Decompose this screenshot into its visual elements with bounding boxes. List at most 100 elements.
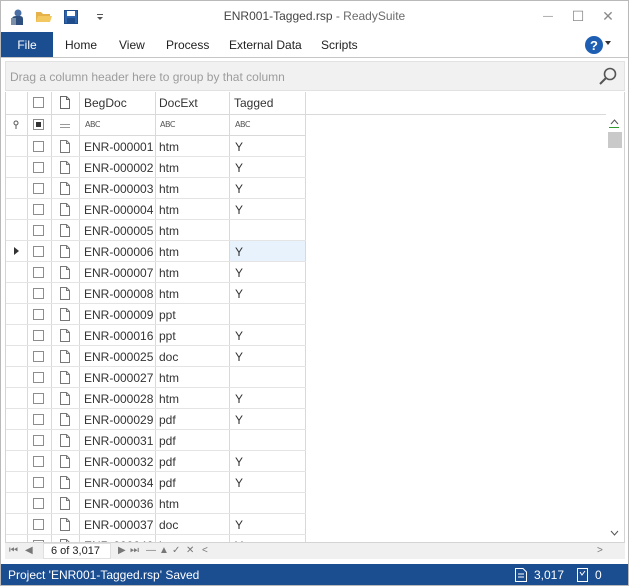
first-record-icon[interactable]: ⏮: [9, 545, 18, 556]
table-row[interactable]: ENR-000037 doc Y: [6, 514, 306, 535]
cell-docext[interactable]: ppt: [159, 308, 176, 322]
minimize-button[interactable]: —: [533, 5, 563, 27]
document-icon[interactable]: [60, 371, 70, 384]
table-row[interactable]: ENR-000005 htm: [6, 220, 306, 241]
cell-docext[interactable]: doc: [159, 518, 178, 532]
cancel-edit-icon[interactable]: ✕: [186, 545, 194, 556]
row-checkbox[interactable]: [33, 225, 44, 236]
document-icon[interactable]: [60, 350, 70, 363]
document-icon[interactable]: [60, 518, 70, 531]
filter-begdoc-icon[interactable]: ABC: [85, 120, 100, 129]
cell-tagged[interactable]: Y: [235, 350, 243, 364]
filter-pin-icon[interactable]: [12, 120, 20, 130]
document-icon[interactable]: [60, 224, 70, 237]
table-row[interactable]: ENR-000025 doc Y: [6, 346, 306, 367]
column-header-tagged[interactable]: Tagged: [234, 96, 273, 110]
scroll-up-icon[interactable]: [610, 119, 619, 125]
table-row[interactable]: ENR-000007 htm Y: [6, 262, 306, 283]
cell-begdoc[interactable]: ENR-000028: [84, 392, 153, 406]
cell-docext[interactable]: htm: [159, 371, 179, 385]
cell-begdoc[interactable]: ENR-000002: [84, 161, 153, 175]
document-icon[interactable]: [60, 434, 70, 447]
cell-begdoc[interactable]: ENR-000016: [84, 329, 153, 343]
tab-home[interactable]: Home: [65, 38, 97, 52]
cell-tagged[interactable]: Y: [235, 245, 243, 259]
table-row[interactable]: ENR-000036 htm: [6, 493, 306, 514]
tab-process[interactable]: Process: [166, 38, 209, 52]
scroll-right-icon[interactable]: >: [597, 545, 603, 556]
cell-tagged[interactable]: Y: [235, 518, 243, 532]
cell-begdoc[interactable]: ENR-000027: [84, 371, 153, 385]
scroll-down-icon[interactable]: [610, 530, 619, 536]
cell-docext[interactable]: htm: [159, 266, 179, 280]
up-record-icon[interactable]: ▲: [159, 545, 169, 556]
next-record-icon[interactable]: ▶: [118, 545, 126, 556]
cell-begdoc[interactable]: ENR-000034: [84, 476, 153, 490]
cell-begdoc[interactable]: ENR-000031: [84, 434, 153, 448]
search-icon[interactable]: [598, 66, 618, 86]
row-checkbox[interactable]: [33, 204, 44, 215]
remove-record-icon[interactable]: —: [146, 545, 156, 556]
cell-docext[interactable]: htm: [159, 497, 179, 511]
cell-docext[interactable]: htm: [159, 140, 179, 154]
previous-record-icon[interactable]: ◀: [25, 545, 33, 556]
cell-begdoc[interactable]: ENR-000003: [84, 182, 153, 196]
row-checkbox[interactable]: [33, 477, 44, 488]
document-icon[interactable]: [60, 413, 70, 426]
cell-tagged[interactable]: Y: [235, 413, 243, 427]
tab-view[interactable]: View: [119, 38, 145, 52]
tab-scripts[interactable]: Scripts: [321, 38, 358, 52]
maximize-button[interactable]: ☐: [563, 5, 593, 27]
row-checkbox[interactable]: [33, 141, 44, 152]
confirm-edit-icon[interactable]: ✓: [172, 545, 180, 556]
cell-docext[interactable]: htm: [159, 161, 179, 175]
table-row[interactable]: ENR-000002 htm Y: [6, 157, 306, 178]
cell-docext[interactable]: pdf: [159, 476, 176, 490]
row-checkbox[interactable]: [33, 246, 44, 257]
filter-docext-icon[interactable]: ABC: [160, 120, 175, 129]
cell-docext[interactable]: pdf: [159, 455, 176, 469]
scroll-left-icon[interactable]: <: [202, 545, 208, 556]
cell-docext[interactable]: doc: [159, 350, 178, 364]
cell-begdoc[interactable]: ENR-000009: [84, 308, 153, 322]
table-row[interactable]: ENR-000027 htm: [6, 367, 306, 388]
document-icon[interactable]: [60, 182, 70, 195]
cell-docext[interactable]: htm: [159, 287, 179, 301]
cell-begdoc[interactable]: ENR-000006: [84, 245, 153, 259]
document-icon[interactable]: [60, 392, 70, 405]
tab-file[interactable]: File: [1, 32, 53, 57]
close-button[interactable]: ✕: [593, 5, 623, 27]
document-icon[interactable]: [60, 308, 70, 321]
document-icon[interactable]: [60, 287, 70, 300]
cell-begdoc[interactable]: ENR-000025: [84, 350, 153, 364]
row-checkbox[interactable]: [33, 414, 44, 425]
row-checkbox[interactable]: [33, 288, 44, 299]
help-icon[interactable]: ?: [585, 36, 603, 54]
row-checkbox[interactable]: [33, 456, 44, 467]
table-row[interactable]: ENR-000032 pdf Y: [6, 451, 306, 472]
document-icon[interactable]: [60, 245, 70, 258]
row-checkbox[interactable]: [33, 309, 44, 320]
table-row[interactable]: ENR-000006 htm Y: [6, 241, 306, 262]
last-record-icon[interactable]: ⏭: [130, 545, 139, 556]
column-header-begdoc[interactable]: BegDoc: [84, 96, 127, 110]
cell-tagged[interactable]: Y: [235, 455, 243, 469]
document-icon[interactable]: [60, 140, 70, 153]
row-checkbox[interactable]: [33, 351, 44, 362]
cell-begdoc[interactable]: ENR-000001: [84, 140, 153, 154]
filter-checkbox[interactable]: [33, 119, 44, 130]
group-by-panel[interactable]: Drag a column header here to group by th…: [5, 61, 625, 91]
cell-tagged[interactable]: Y: [235, 203, 243, 217]
tab-external-data[interactable]: External Data: [229, 38, 302, 52]
document-icon[interactable]: [60, 266, 70, 279]
document-icon[interactable]: [60, 497, 70, 510]
table-row[interactable]: ENR-000001 htm Y: [6, 136, 306, 157]
row-checkbox[interactable]: [33, 267, 44, 278]
cell-begdoc[interactable]: ENR-000005: [84, 224, 153, 238]
cell-tagged[interactable]: Y: [235, 329, 243, 343]
cell-begdoc[interactable]: ENR-000029: [84, 413, 153, 427]
cell-tagged[interactable]: Y: [235, 476, 243, 490]
cell-docext[interactable]: htm: [159, 224, 179, 238]
cell-docext[interactable]: htm: [159, 203, 179, 217]
cell-docext[interactable]: htm: [159, 392, 179, 406]
